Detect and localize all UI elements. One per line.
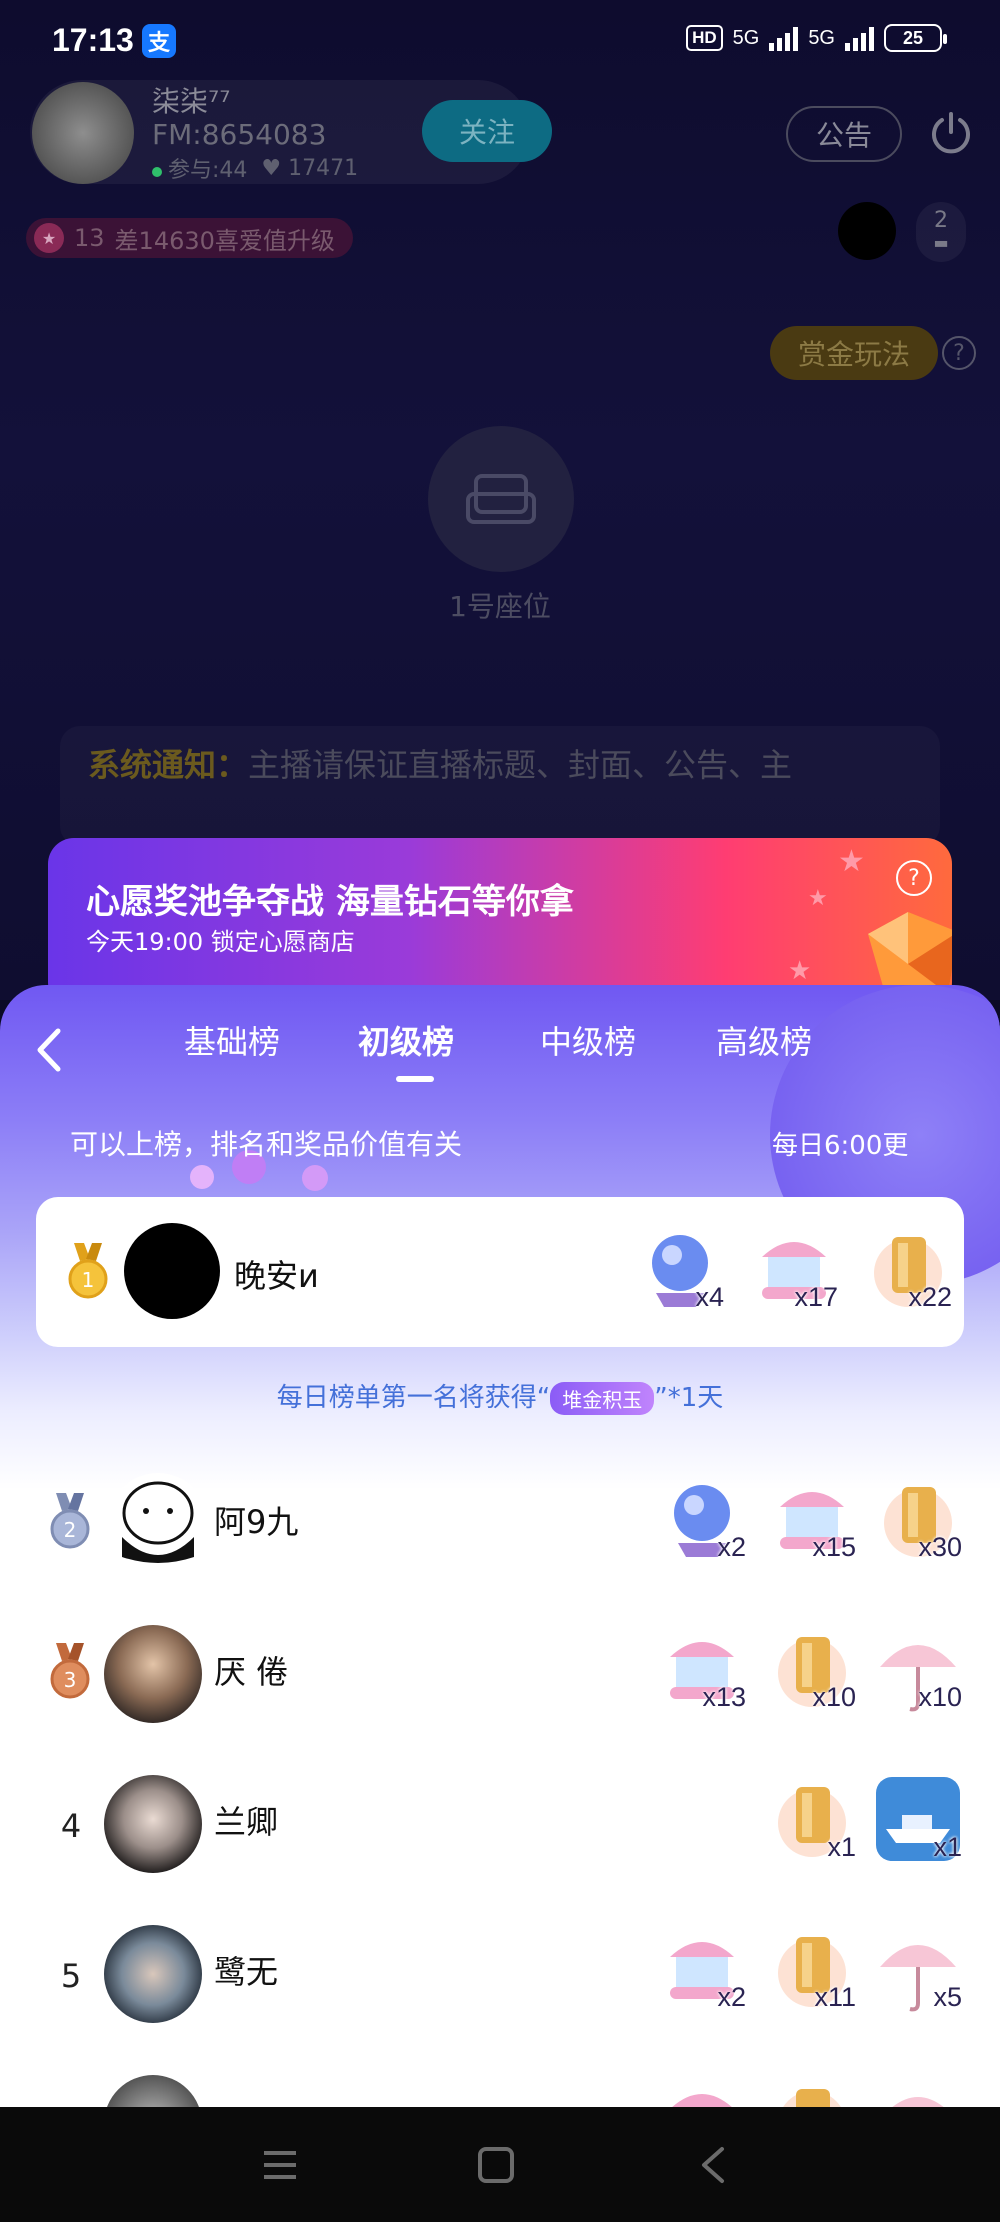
tab-intermediate[interactable]: 中级榜 bbox=[540, 1017, 636, 1063]
notice-button[interactable]: 公告 bbox=[786, 106, 902, 162]
avatar[interactable] bbox=[104, 1925, 202, 2023]
system-notice: 系统通知：主播请保证直播标题、封面、公告、主 bbox=[60, 726, 940, 846]
status-icons: HD 5G 5G 25 bbox=[686, 24, 947, 52]
avatar[interactable] bbox=[108, 1473, 208, 1573]
avatar[interactable] bbox=[104, 2075, 202, 2107]
gold-bars-gift-icon: x10 bbox=[766, 1623, 858, 1715]
reward-prefix: 每日榜单第一名将获得“ bbox=[276, 1383, 551, 1413]
crystal-ball-gift-icon: x2 bbox=[656, 1473, 748, 1565]
back-arrow-icon[interactable] bbox=[30, 1025, 70, 1075]
silver-medal-icon: 2 bbox=[50, 1493, 90, 1549]
user-name: 阿9九 bbox=[214, 1503, 299, 1541]
user-name: 鹭无 bbox=[214, 1953, 279, 1991]
wish-subtitle: 今天19:00 锁定心愿商店 bbox=[86, 928, 355, 956]
back-icon[interactable] bbox=[692, 2143, 736, 2187]
alipay-icon: 支 bbox=[142, 24, 176, 58]
ball-decoration bbox=[302, 1165, 328, 1191]
star-decoration-icon: ★ bbox=[808, 886, 828, 911]
system-notice-text: 主播请保证直播标题、封面、公告、主 bbox=[248, 746, 793, 784]
wish-pool-banner[interactable]: ★ ★ ★ 心愿奖池争夺战 海量钻石等你拿 今天19:00 锁定心愿商店 ? bbox=[48, 838, 952, 1008]
level-text: 差14630喜爱值升级 bbox=[114, 226, 335, 255]
wish-title: 心愿奖池争夺战 海量钻石等你拿 bbox=[86, 882, 574, 922]
signal-icon-2 bbox=[845, 25, 874, 51]
level-number: 13 bbox=[74, 224, 105, 252]
user-name: 晚安и bbox=[234, 1257, 319, 1295]
ranking-panel: 基础榜 初级榜 中级榜 高级榜 可以上榜，排名和奖品价值有关 每日6:00更 1… bbox=[0, 985, 1000, 2107]
gold-bars-gift-icon: x1 bbox=[766, 1773, 858, 1865]
online-dot-icon bbox=[152, 167, 162, 177]
carousel-gift-icon bbox=[656, 2075, 748, 2107]
home-icon[interactable] bbox=[474, 2143, 518, 2187]
carousel-gift-icon: x15 bbox=[766, 1473, 858, 1565]
network-label-2: 5G bbox=[808, 26, 835, 49]
avatar[interactable] bbox=[104, 1775, 202, 1873]
tab-senior[interactable]: 高级榜 bbox=[716, 1017, 812, 1063]
update-time: 每日6:00更 bbox=[772, 1131, 909, 1161]
bronze-medal-icon: 3 bbox=[50, 1643, 90, 1699]
clock: 17:13 bbox=[52, 22, 134, 58]
participants: 参与:44 bbox=[152, 152, 247, 184]
tab-basic[interactable]: 基础榜 bbox=[184, 1017, 280, 1063]
system-navigation-bar bbox=[0, 2107, 1000, 2222]
seat-1[interactable] bbox=[428, 426, 574, 572]
status-bar: 17:13 支 HD 5G 5G 25 bbox=[0, 0, 1000, 82]
likes: ♥ 17471 bbox=[261, 155, 359, 181]
person-icon: ▬ bbox=[933, 233, 949, 252]
heart-icon: ♥ bbox=[261, 155, 289, 181]
tab-junior[interactable]: 初级榜 bbox=[358, 1017, 454, 1063]
gold-medal-icon: 1 bbox=[68, 1243, 108, 1299]
level-badge[interactable]: ★ 13 差14630喜爱值升级 bbox=[26, 218, 353, 258]
svg-text:2: 2 bbox=[64, 1518, 77, 1542]
menu-icon[interactable] bbox=[258, 2143, 302, 2187]
reward-tag: 堆金积玉 bbox=[550, 1382, 655, 1415]
viewer-count[interactable]: 2 ▬ bbox=[916, 202, 966, 262]
gold-bars-gift-icon: x30 bbox=[872, 1473, 964, 1565]
rank-number: 4 bbox=[60, 1807, 82, 1845]
gold-bars-gift-icon bbox=[766, 2075, 858, 2107]
armchair-icon bbox=[466, 474, 536, 524]
host-avatar[interactable] bbox=[32, 82, 134, 184]
avatar[interactable] bbox=[124, 1223, 220, 1319]
seat-label: 1号座位 bbox=[449, 590, 551, 623]
svg-text:3: 3 bbox=[64, 1668, 77, 1692]
host-name: 柒柒⁷⁷ bbox=[152, 85, 231, 118]
active-tab-indicator bbox=[396, 1076, 434, 1082]
first-place-card[interactable]: 1 晚安и x4 x17 x22 bbox=[36, 1197, 964, 1347]
carousel-gift-icon: x17 bbox=[748, 1223, 840, 1315]
help-icon[interactable]: ? bbox=[942, 336, 976, 370]
bounty-game-button[interactable]: 赏金玩法 bbox=[770, 326, 938, 380]
star-icon: ★ bbox=[34, 223, 64, 253]
ball-decoration bbox=[190, 1165, 214, 1189]
power-icon[interactable] bbox=[928, 110, 974, 156]
umbrella-gift-icon bbox=[872, 2075, 964, 2107]
carousel-gift-icon: x13 bbox=[656, 1623, 748, 1715]
host-fm-id: FM:8654083 bbox=[152, 118, 327, 151]
signal-icon bbox=[769, 25, 799, 51]
umbrella-gift-icon: x10 bbox=[872, 1623, 964, 1715]
carousel-gift-icon: x2 bbox=[656, 1923, 748, 2015]
gold-bars-gift-icon: x11 bbox=[766, 1923, 858, 2015]
follow-button[interactable]: 关注 bbox=[422, 100, 552, 162]
user-name: 兰卿 bbox=[214, 1803, 279, 1841]
reward-notice: 每日榜单第一名将获得“ 堆金积玉 ”*1天 bbox=[0, 1377, 1000, 1415]
avatar[interactable] bbox=[104, 1625, 202, 1723]
reward-suffix: ”*1天 bbox=[654, 1383, 724, 1413]
umbrella-gift-icon: x5 bbox=[872, 1923, 964, 2015]
host-stats: 参与:44 ♥ 17471 bbox=[152, 152, 358, 184]
rule-text: 可以上榜，排名和奖品价值有关 bbox=[70, 1128, 463, 1161]
audience-avatar[interactable] bbox=[838, 202, 896, 260]
star-decoration-icon: ★ bbox=[838, 844, 865, 879]
yacht-gift-icon: x1 bbox=[872, 1773, 964, 1865]
crystal-ball-gift-icon: x4 bbox=[634, 1223, 726, 1315]
svg-text:1: 1 bbox=[82, 1268, 95, 1292]
network-label: 5G bbox=[732, 26, 760, 49]
gold-bars-gift-icon: x22 bbox=[862, 1223, 954, 1315]
system-notice-prefix: 系统通知： bbox=[88, 746, 249, 784]
star-decoration-icon: ★ bbox=[788, 956, 812, 986]
user-name: 厌 倦 bbox=[214, 1653, 289, 1691]
battery-icon: 25 bbox=[884, 24, 947, 52]
help-icon[interactable]: ? bbox=[896, 860, 932, 896]
hd-voice-icon: HD bbox=[686, 25, 723, 51]
rank-number: 5 bbox=[60, 1957, 82, 1995]
